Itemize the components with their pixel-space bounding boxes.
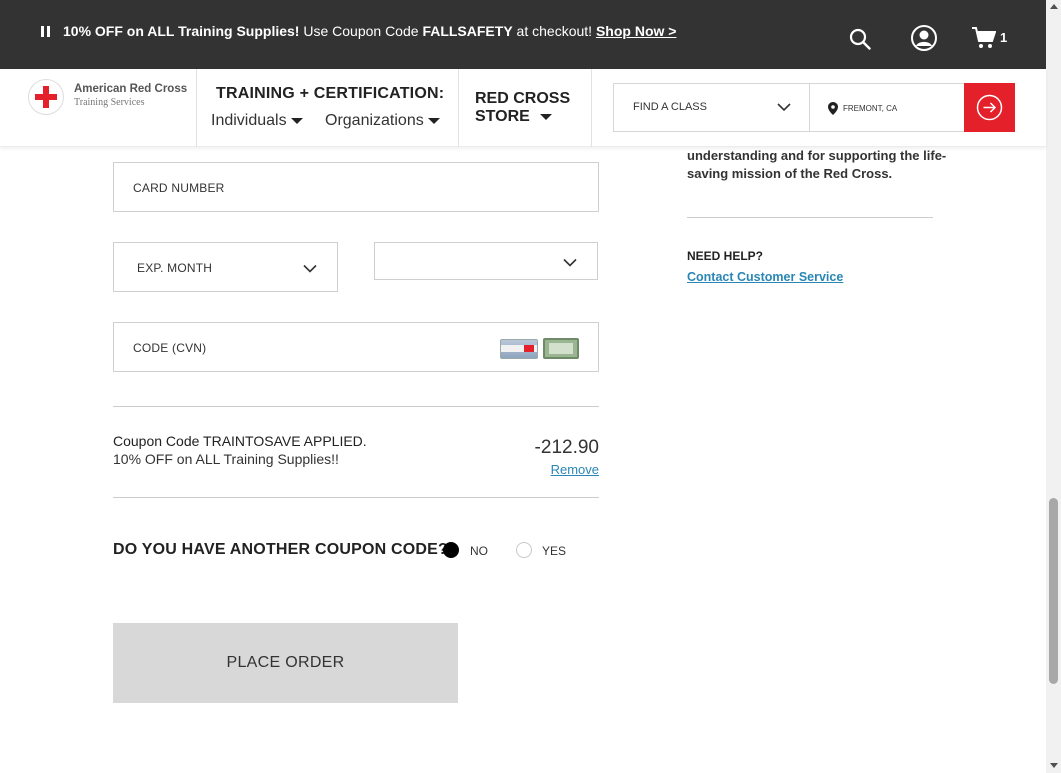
location-value: FREMONT, CA [843,104,898,113]
exp-month-select[interactable]: EXP. MONTH [113,242,338,292]
card-number-label: CARD NUMBER [133,181,225,195]
coupon-description: 10% OFF on ALL Training Supplies!! [113,451,339,467]
divider [113,497,599,498]
promo-bar: 10% OFF on ALL Training Supplies! Use Co… [0,0,1046,69]
search-icon[interactable] [849,28,871,50]
divider [687,217,933,218]
nav-individuals-label: Individuals [211,112,287,129]
scrollbar-thumb[interactable] [1049,498,1058,684]
site-header: American Red Cross Training Services TRA… [0,69,1046,147]
scroll-down-icon[interactable] [1050,763,1058,768]
page-scrollbar[interactable] [1046,0,1061,773]
radio-yes[interactable] [516,542,532,558]
chevron-down-icon [777,103,791,112]
account-icon[interactable] [911,25,937,51]
mission-text: understanding and for supporting the lif… [687,148,947,181]
store-line-2: STORE [475,108,530,125]
caret-down-icon [539,113,552,120]
nav-organizations[interactable]: Organizations [325,112,440,130]
location-input[interactable]: FREMONT, CA [809,83,965,132]
card-number-field[interactable]: CARD NUMBER [113,162,599,212]
arrow-right-icon [976,94,1003,121]
red-cross-logo[interactable]: American Red Cross Training Services [28,79,193,117]
chevron-down-icon [303,264,317,273]
find-a-class-label: FIND A CLASS [633,101,707,113]
cvn-label: CODE (CVN) [133,341,207,355]
radio-yes-label[interactable]: YES [542,544,566,558]
divider [591,69,592,147]
search-class-button[interactable] [964,83,1015,132]
location-pin-icon [828,102,838,115]
card-back-icon [500,339,538,359]
divider [458,69,459,147]
pause-icon[interactable] [41,26,51,37]
shop-now-link[interactable]: Shop Now > [596,23,677,39]
nav-individuals[interactable]: Individuals [211,112,303,130]
card-front-icon [543,338,579,359]
promo-suffix: at checkout! [512,23,596,39]
store-line-1: RED CROSS [475,90,571,107]
logo-name: American Red Cross [74,83,188,95]
chevron-down-icon [563,258,577,267]
cart-count: 1 [1000,30,1008,45]
another-coupon-question: DO YOU HAVE ANOTHER COUPON CODE? [113,541,449,558]
need-help-heading: NEED HELP? [687,249,764,263]
logo-subtitle: Training Services [74,97,145,108]
divider [196,69,197,147]
red-cross-store-menu[interactable]: RED CROSS STORE [475,90,570,126]
caret-down-icon [427,117,440,124]
checkout-page: 10% OFF on ALL Training Supplies! Use Co… [0,0,1061,773]
promo-message: 10% OFF on ALL Training Supplies! Use Co… [63,22,676,40]
promo-code: FALLSAFETY [422,23,513,39]
contact-customer-service-link[interactable]: Contact Customer Service [687,270,843,284]
promo-text: Use Coupon Code [299,23,423,39]
remove-coupon-link[interactable]: Remove [520,462,599,477]
coupon-applied-text: Coupon Code TRAINTOSAVE APPLIED. [113,433,367,449]
scroll-up-icon[interactable] [1050,4,1058,9]
nav-organizations-label: Organizations [325,112,424,129]
divider [113,406,599,407]
cart-icon[interactable] [972,27,996,49]
radio-no[interactable] [443,542,459,558]
cvn-field[interactable]: CODE (CVN) [113,322,599,372]
exp-year-select[interactable] [374,242,598,280]
caret-down-icon [290,117,303,124]
discount-amount: -212.90 [534,437,599,458]
find-a-class-select[interactable]: FIND A CLASS [613,83,810,132]
place-order-button[interactable]: PLACE ORDER [113,623,458,703]
promo-bold-text: 10% OFF on ALL Training Supplies! [63,23,300,39]
exp-month-label: EXP. MONTH [137,261,213,275]
training-certification-heading: TRAINING + CERTIFICATION: [216,85,445,102]
radio-no-label[interactable]: NO [470,544,488,558]
